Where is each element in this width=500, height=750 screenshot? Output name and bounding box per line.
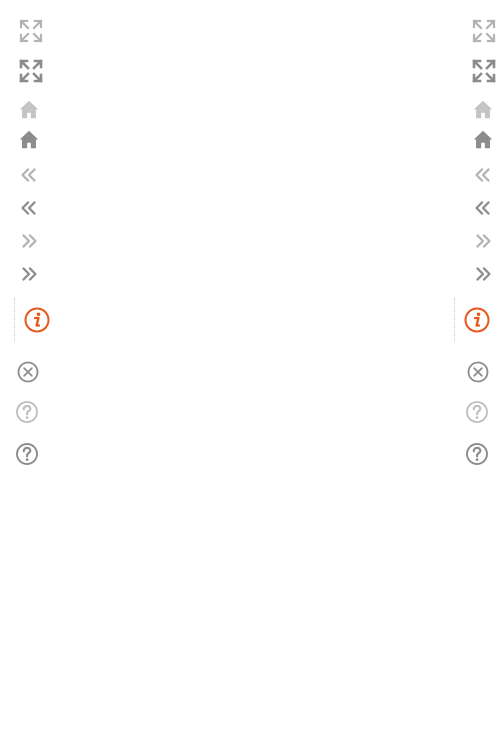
- expand-arrows-icon[interactable]: [471, 58, 497, 84]
- divider: [14, 298, 15, 342]
- double-chevron-right-icon[interactable]: [17, 262, 41, 286]
- double-chevron-right-icon[interactable]: [471, 262, 495, 286]
- home-icon[interactable]: [17, 98, 41, 122]
- double-chevron-left-icon[interactable]: [17, 163, 41, 187]
- double-chevron-right-icon[interactable]: [471, 229, 495, 253]
- close-circle-icon[interactable]: [466, 360, 490, 384]
- double-chevron-left-icon[interactable]: [471, 196, 495, 220]
- double-chevron-left-icon[interactable]: [471, 163, 495, 187]
- home-icon[interactable]: [471, 128, 495, 152]
- home-icon[interactable]: [17, 128, 41, 152]
- right-icon-column: [450, 0, 496, 480]
- info-circle-icon[interactable]: [463, 306, 491, 334]
- double-chevron-left-icon[interactable]: [17, 196, 41, 220]
- question-circle-icon[interactable]: [465, 442, 489, 466]
- icon-sheet: [0, 0, 500, 750]
- expand-arrows-icon[interactable]: [471, 18, 497, 44]
- question-circle-icon[interactable]: [465, 400, 489, 424]
- divider: [454, 298, 455, 342]
- home-icon[interactable]: [471, 98, 495, 122]
- double-chevron-right-icon[interactable]: [17, 229, 41, 253]
- question-circle-icon[interactable]: [15, 442, 39, 466]
- info-circle-icon[interactable]: [23, 306, 51, 334]
- left-icon-column: [8, 0, 54, 480]
- expand-arrows-icon[interactable]: [18, 58, 44, 84]
- question-circle-icon[interactable]: [15, 400, 39, 424]
- expand-arrows-icon[interactable]: [18, 18, 44, 44]
- close-circle-icon[interactable]: [16, 360, 40, 384]
